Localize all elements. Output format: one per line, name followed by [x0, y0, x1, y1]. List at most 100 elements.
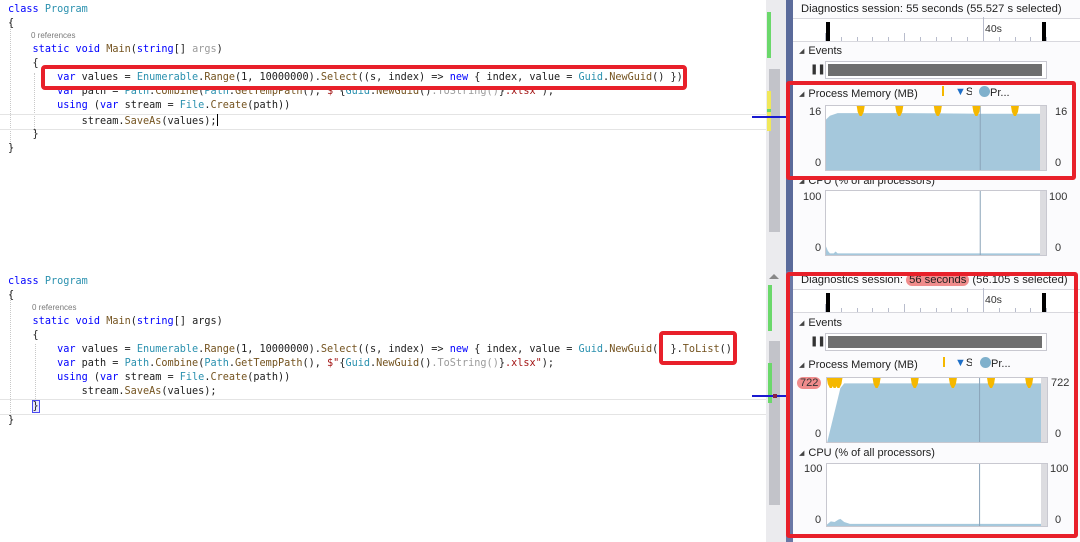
code-token: { [8, 290, 15, 301]
code-token: static [32, 316, 70, 327]
code-line[interactable]: static void Main(string[] args) [8, 43, 223, 57]
code-line[interactable]: stream.SaveAs(values); [8, 114, 218, 128]
code-token: Main [106, 316, 131, 327]
code-token: Create [210, 100, 248, 111]
ruler-tick [919, 37, 921, 41]
caret-position-marker [752, 116, 786, 118]
code-line[interactable]: class Program [8, 275, 88, 289]
code-token: SaveAs [124, 386, 162, 397]
events-track[interactable] [825, 61, 1047, 79]
code-token: (path)) [247, 372, 291, 383]
ruler-tick [951, 37, 953, 41]
code-token: Range [204, 344, 235, 355]
session-selected: (55.527 s selected) [963, 3, 1062, 15]
ruler-tick [840, 37, 842, 41]
code-token: Enumerable [136, 344, 199, 355]
code-token: { [8, 58, 39, 69]
code-line[interactable]: } [8, 400, 40, 414]
code-token: (values); [161, 116, 217, 127]
code-token: args [192, 44, 217, 55]
code-token: () [419, 358, 432, 369]
code-token: Main [106, 44, 131, 55]
code-token: string [136, 316, 174, 327]
collapse-triangle-icon: ◢ [799, 48, 805, 55]
ruler-tick [935, 37, 937, 41]
code-token: } [8, 415, 15, 426]
highlight-box-memory [786, 81, 1076, 180]
cpu-y-min-left: 0 [815, 242, 822, 254]
panel-before: class Program{ static void Main(string[]… [0, 0, 1080, 271]
code-token: (), [302, 358, 328, 369]
code-line[interactable]: } [8, 414, 14, 428]
code-token: ) [216, 44, 223, 55]
ruler-tick [1046, 37, 1048, 41]
code-token: (values); [161, 386, 217, 397]
cpu-chart[interactable] [825, 190, 1047, 256]
code-token: values = [75, 344, 137, 355]
code-line[interactable]: stream.SaveAs(values); [8, 385, 217, 399]
code-token: Program [44, 276, 88, 287]
code-token: var [57, 344, 76, 355]
code-editor[interactable]: class Program{ static void Main(string[]… [0, 271, 766, 542]
timeline-ruler[interactable]: 40s [793, 17, 1080, 42]
pause-icon[interactable]: ❚❚ [810, 64, 826, 75]
code-line[interactable]: } [8, 142, 14, 156]
events-header[interactable]: ◢ Events [799, 45, 842, 57]
code-token: var [100, 372, 119, 383]
code-line[interactable]: var values = Enumerable.Range(1, 1000000… [8, 343, 738, 357]
code-token: .ToString() [431, 358, 499, 369]
breakpoint-marker [773, 394, 777, 398]
codelens-references[interactable]: 0 references [31, 31, 75, 40]
code-line[interactable]: { [8, 57, 39, 71]
selection-end-handle[interactable] [1042, 22, 1046, 41]
code-token: new [449, 344, 469, 355]
code-token: [] args) [173, 316, 223, 327]
cpu-chart-svg [826, 191, 1046, 255]
vertical-scrollbar[interactable] [752, 0, 786, 271]
code-token: File [179, 372, 205, 383]
code-line[interactable]: static void Main(string[] args) [8, 315, 223, 329]
code-line[interactable]: var path = Path.Combine(Path.GetTempPath… [8, 357, 554, 371]
ruler-tick [983, 17, 984, 41]
ruler-tick [967, 37, 969, 41]
ruler-tick [1030, 37, 1032, 41]
cpu-area-series [826, 246, 1040, 255]
text-caret [216, 114, 218, 126]
code-token: Select [320, 344, 358, 355]
code-editor[interactable]: class Program{ static void Main(string[]… [0, 0, 766, 271]
code-line[interactable]: { [8, 289, 14, 303]
code-token: Guid [578, 344, 604, 355]
code-line[interactable]: } [8, 128, 39, 142]
codelens-references[interactable]: 0 references [32, 303, 76, 312]
code-token: void [75, 44, 101, 55]
panel-after: class Program{ static void Main(string[]… [0, 271, 1080, 542]
code-line[interactable]: { [8, 329, 39, 343]
selection-start-handle[interactable] [826, 22, 830, 41]
vertical-scrollbar[interactable] [752, 271, 786, 542]
code-token: stream. [8, 116, 125, 127]
ruler-tick [872, 37, 874, 41]
code-token: using [57, 372, 88, 383]
code-token: GetTempPath [235, 358, 303, 369]
code-token: static [32, 44, 70, 55]
code-token: ( [87, 100, 101, 111]
code-token: using [57, 100, 88, 111]
code-line[interactable]: class Program [8, 3, 88, 17]
current-line-highlight [0, 399, 766, 415]
change-marker [768, 363, 772, 403]
code-token: var [100, 100, 119, 111]
code-token: { [8, 330, 39, 341]
code-token: NewGuid [376, 358, 420, 369]
scroll-up-arrow-icon[interactable] [769, 274, 779, 279]
code-line[interactable]: using (var stream = File.Create(path)) [8, 99, 290, 113]
code-line[interactable]: using (var stream = File.Create(path)) [8, 371, 290, 385]
code-token: File [179, 100, 205, 111]
code-line[interactable]: { [8, 17, 14, 31]
code-token: ); [541, 358, 555, 369]
change-marker [767, 109, 771, 112]
change-marker [767, 12, 771, 58]
ruler-tick [998, 37, 1000, 41]
code-token: Path [124, 358, 150, 369]
